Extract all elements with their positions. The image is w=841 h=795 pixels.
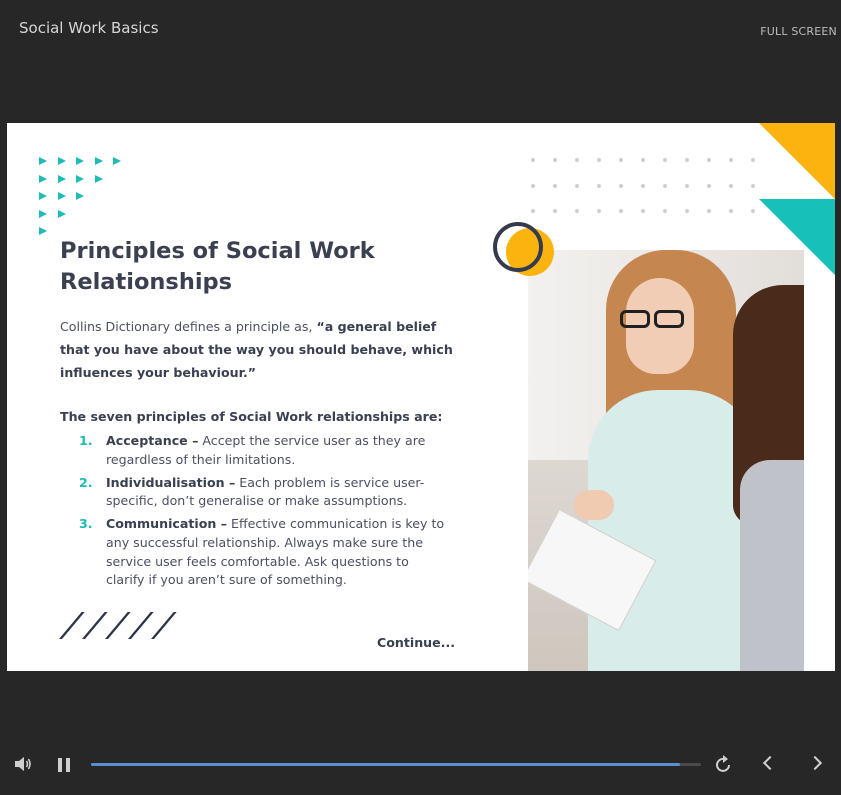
yellow-corner-decoration: [759, 123, 835, 199]
replay-icon[interactable]: [715, 754, 733, 774]
player-controls: [0, 740, 841, 790]
grid-dot: [685, 209, 689, 213]
grid-dot: [707, 158, 711, 162]
grid-dot: [553, 209, 557, 213]
intro-paragraph: Collins Dictionary defines a principle a…: [60, 315, 455, 384]
grid-dot: [575, 183, 579, 188]
list-heading: The seven principles of Social Work rela…: [60, 409, 443, 424]
continue-link[interactable]: Continue...: [377, 635, 455, 650]
list-number: 2.: [79, 474, 93, 490]
grid-dot: [707, 183, 711, 188]
list-term: Communication –: [106, 516, 227, 532]
pause-icon[interactable]: [58, 758, 70, 772]
list-term: Acceptance –: [106, 433, 199, 448]
grid-dot: [751, 158, 755, 162]
prev-icon[interactable]: [760, 754, 778, 774]
grid-dot: [663, 183, 667, 188]
triangle-pattern-decoration: [39, 150, 132, 238]
progress-bar[interactable]: [91, 763, 701, 766]
grid-dot: [531, 158, 535, 162]
list-term: Individualisation –: [106, 474, 236, 490]
fullscreen-button[interactable]: FULL SCREEN: [760, 25, 837, 38]
grid-dot: [531, 183, 535, 188]
grid-dot: [641, 158, 645, 162]
grid-dot: [531, 209, 535, 213]
photo-social-worker-consultation: [528, 250, 804, 671]
grid-dot: [707, 209, 711, 213]
grid-dot: [751, 209, 755, 213]
grid-dot: [641, 209, 645, 213]
grid-dot: [663, 209, 667, 213]
intro-prefix: Collins Dictionary defines a principle a…: [60, 319, 317, 334]
grid-dot: [751, 183, 755, 188]
grid-dot: [685, 158, 689, 162]
grid-dot: [597, 183, 601, 188]
course-title: Social Work Basics: [19, 19, 159, 37]
grid-dot: [553, 183, 557, 188]
grid-dot: [575, 209, 579, 213]
grid-dot: [597, 158, 601, 162]
next-icon[interactable]: [807, 754, 826, 774]
slash-pattern-decoration: [41, 612, 177, 639]
grid-dot: [641, 183, 645, 188]
grid-dot: [685, 183, 689, 188]
principles-list: 1. Acceptance – Accept the service user …: [79, 432, 449, 594]
grid-dot: [619, 158, 623, 162]
slide-title: Principles of Social Work Relationships: [60, 238, 375, 295]
volume-icon[interactable]: [13, 755, 33, 773]
grid-dot: [663, 158, 667, 162]
list-number: 1.: [79, 433, 93, 448]
slide: Principles of Social Work Relationships …: [7, 123, 835, 671]
grid-dot: [597, 209, 601, 213]
top-bar: Social Work Basics FULL SCREEN: [0, 0, 841, 60]
grid-dot: [553, 158, 557, 162]
list-item: 2. Individualisation – Each problem is s…: [79, 474, 449, 511]
grid-dot: [619, 209, 623, 213]
grid-dot: [729, 183, 733, 188]
ring-circle-decoration: [493, 222, 543, 272]
grid-dot: [729, 158, 733, 162]
list-number: 3.: [79, 516, 93, 532]
progress-fill: [91, 763, 680, 766]
grid-dot: [619, 183, 623, 188]
grid-dot: [729, 209, 733, 213]
grid-dot: [575, 158, 579, 162]
list-item: 1. Acceptance – Accept the service user …: [79, 432, 449, 469]
dot-grid-decoration: [531, 158, 761, 218]
list-item: 3. Communication – Effective communicati…: [79, 515, 449, 589]
